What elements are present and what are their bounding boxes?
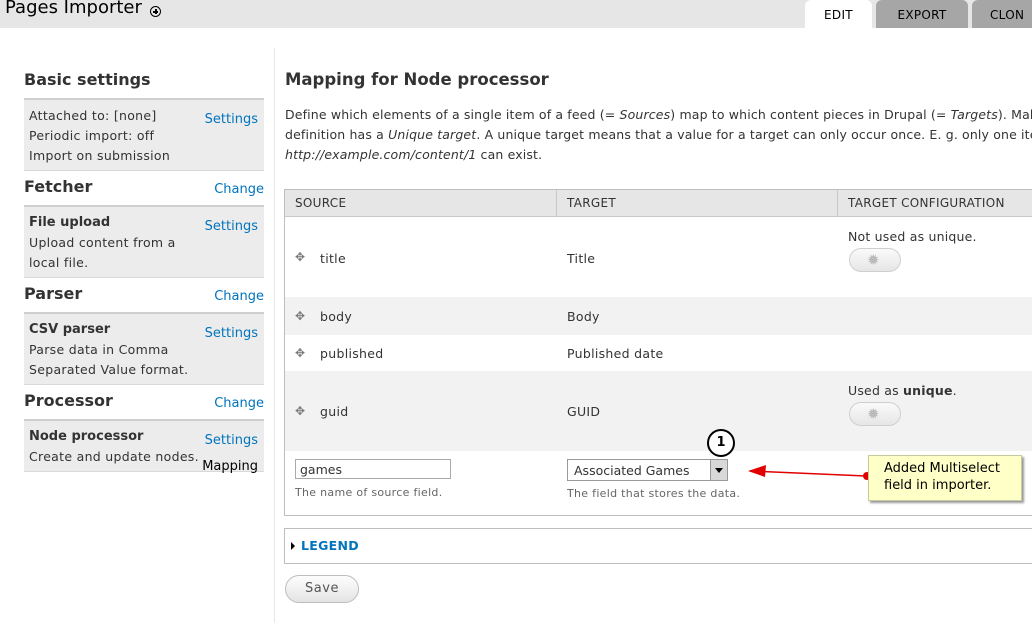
parser-change-link[interactable]: Change [214,289,264,304]
callout-text: Added Multiselect [884,461,1000,476]
processor-settings-link[interactable]: Settings [205,433,258,448]
drag-handle-icon[interactable]: ✥ [295,347,307,359]
drag-handle-icon[interactable]: ✥ [295,310,307,322]
section-title: Parser [24,284,83,303]
basic-settings-box: Attached to: [none] Periodic import: off… [24,98,264,171]
processor-change-link[interactable]: Change [214,396,264,411]
section-title: Basic settings [24,70,151,89]
sidebar: Basic settings Attached to: [none] Perio… [24,68,264,476]
dropdown-arrow-icon[interactable] [710,460,727,480]
fetcher-header: Fetcher Change [24,175,264,201]
box-line: Parse data in Comma [29,342,169,357]
processor-box: Node processor Create and update nodes. … [24,419,264,474]
box-line: Import on submission [29,148,171,163]
box-line: Upload content from a [29,235,176,250]
target-select[interactable]: Associated Games [567,459,728,481]
cell-config: Used as unique. [848,383,957,398]
table-row: ✥ published Published date [285,335,1032,371]
drag-handle-icon[interactable]: ✥ [295,251,307,263]
fetcher-settings-link[interactable]: Settings [205,219,258,234]
th-source: SOURCE [285,190,557,216]
gear-icon: ✹ [867,405,880,423]
cell-config: Not used as unique. [848,229,977,244]
legend-fieldset[interactable]: LEGEND [284,528,1032,564]
parser-settings-link[interactable]: Settings [205,326,258,341]
cell-source: title [320,251,346,266]
section-title: Fetcher [24,177,93,196]
basic-settings-link[interactable]: Settings [205,112,258,127]
basic-settings-header: Basic settings [24,68,264,94]
callout-box: Added Multiselect field in importer. [868,455,1022,501]
th-target-configuration: TARGET CONFIGURATION [848,196,1005,210]
main-heading: Mapping for Node processor [285,70,549,89]
box-line: Periodic import: off [29,128,155,143]
table-header: SOURCE TARGET TARGET CONFIGURATION [285,190,1032,217]
callout-text: field in importer. [884,478,992,493]
parser-box: CSV parser Parse data in Comma Separated… [24,312,264,385]
box-line: Separated Value format. [29,362,189,377]
cell-source: body [320,309,353,324]
intro-text: Define which elements of a single item o… [285,107,1032,162]
config-gear-button[interactable]: ✹ [849,248,901,272]
processor-mapping-link[interactable]: Mapping [202,459,258,474]
fetcher-change-link[interactable]: Change [214,182,264,197]
target-select-value: Associated Games [574,463,690,478]
fetcher-box: File upload Upload content from a local … [24,205,264,278]
section-title: Processor [24,391,113,410]
table-row: ✥ guid GUID Used as unique. ✹ [285,371,1032,451]
parser-header: Parser Change [24,282,264,308]
cell-target: Published date [567,346,664,361]
tab-export[interactable]: EXPORT [876,0,968,28]
page-title: Pages Importer [5,0,142,18]
cell-source: published [320,346,384,361]
tab-edit[interactable]: EDIT [805,0,872,28]
cell-target: Title [567,251,596,266]
source-name-input[interactable] [295,459,451,479]
callout-number: 1 [707,429,735,457]
processor-header: Processor Change [24,389,264,415]
legend-toggle[interactable]: LEGEND [301,538,359,553]
cell-source: guid [320,404,349,419]
drag-handle-icon[interactable]: ✥ [295,405,307,417]
callout-arrow-icon [748,465,871,480]
target-description: The field that stores the data. [567,487,741,500]
save-button[interactable]: Save [285,575,359,603]
gear-icon: ✹ [867,251,880,269]
expand-arrow-icon [291,542,295,550]
box-line: local file. [29,255,89,270]
source-description: The name of source field. [295,486,443,499]
tab-clone[interactable]: CLON [972,0,1032,28]
top-bar: Pages Importer EDIT EXPORT CLON [0,0,1032,28]
config-gear-button[interactable]: ✹ [849,402,901,426]
table-row: ✥ title Title Not used as unique. ✹ [285,217,1032,297]
cell-target: GUID [567,404,601,419]
cell-target: Body [567,309,600,324]
add-shortcut-icon[interactable] [150,6,161,17]
sidebar-divider [274,48,275,623]
th-target: TARGET [557,190,838,216]
table-row: ✥ body Body [285,297,1032,335]
